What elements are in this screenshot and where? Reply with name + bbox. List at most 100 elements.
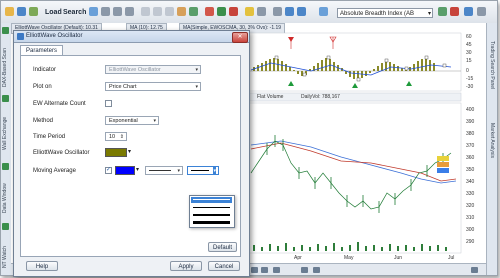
scan-icon[interactable] [2,27,9,34]
alt-count-checkbox[interactable] [105,100,112,107]
price-tag-yellow [437,156,449,161]
line-width-option[interactable] [193,221,230,224]
ma-line-style-select[interactable]: ▾ [145,166,183,175]
zoom-icon[interactable] [261,267,268,273]
tab-data-window[interactable]: Data Window [2,173,10,213]
axis-tick: 15 [466,58,472,64]
axis-tick: 290 [466,239,475,245]
info-icon[interactable] [464,7,473,16]
line-width-option[interactable] [193,207,230,208]
exchange-icon[interactable] [2,95,9,102]
close-button[interactable]: ✕ [232,32,248,43]
zoom-in-icon[interactable] [113,7,122,16]
axis-tick: 350 [466,167,475,173]
line-width-option[interactable] [193,199,230,200]
load-button[interactable]: Load [45,9,62,16]
axis-tick: 45 [466,42,472,48]
method-select[interactable]: Exponential ▾ [105,116,159,125]
indicator-select[interactable]: Absolute Breadth Index (AB ▾ [337,8,433,18]
zoom-out-icon[interactable] [125,7,134,16]
line-width-dropdown[interactable] [189,195,235,228]
default-button[interactable]: Default [208,242,237,252]
app-icon[interactable] [5,7,14,16]
plot-on-value: Price Chart [109,84,137,90]
axis-tick: 370 [466,143,475,149]
axis-tick: 0 [466,68,469,74]
plot-on-select[interactable]: Price Chart ▾ [105,82,201,91]
indicator-select: ElliottWave Oscillator ▾ [105,65,201,74]
axis-tick: 30 [466,50,472,56]
tab-market-analysis[interactable]: Market Analysis [489,123,495,183]
cursor-icon[interactable] [313,267,320,273]
save-icon[interactable] [297,7,306,16]
period-icon[interactable] [273,267,280,273]
dialog-title-bar[interactable]: ElliottWave Oscillator ✕ [14,31,249,43]
layout-icon[interactable] [285,7,294,16]
tab-wall-exchange[interactable]: Wall Exchange [2,105,10,150]
help-button[interactable]: Help [26,261,58,271]
line-tool-icon[interactable] [153,7,162,16]
ma-line-width-select[interactable]: ▾ [187,166,219,175]
grid-icon[interactable] [29,7,38,16]
ma-checkbox[interactable]: ✓ [105,167,112,174]
indicator-icon[interactable] [319,7,328,16]
close-panel-icon[interactable] [477,7,486,16]
flag-icon[interactable] [205,7,214,16]
time-period-input[interactable]: 10 ⇕ [105,132,127,141]
star-icon[interactable] [245,7,254,16]
month-label-apr: Apr [294,255,302,261]
tab-nt-watch[interactable]: NT Watch [2,233,10,268]
selected-option[interactable] [191,197,232,203]
indicator-icon [17,33,24,40]
chevron-down-icon: ▾ [213,167,216,174]
tab-dax-scan[interactable]: DAX-Based Scan [2,37,10,87]
arrow-up-icon[interactable] [217,7,226,16]
plot-on-label: Plot on [33,84,52,90]
wave-icon[interactable] [189,7,198,16]
axis-tick: 360 [466,155,475,161]
chevron-down-icon[interactable]: ▾ [128,148,131,155]
line-width-option[interactable] [193,214,230,216]
fibonacci-icon[interactable] [177,7,186,16]
print-icon[interactable] [101,7,110,16]
scroll-right-icon[interactable] [471,267,478,273]
remove-indicator-icon[interactable] [450,7,459,16]
month-label-may: May [344,255,354,261]
axis-tick: 330 [466,191,475,197]
arrow-down-icon[interactable] [229,7,238,16]
axis-tick: 320 [466,203,475,209]
chevron-down-icon: ▾ [427,11,431,17]
watch-icon[interactable] [2,223,9,230]
right-tab-strip: Trading Search Panel Market Analysis [486,23,497,275]
method-label: Method [33,118,54,124]
time-period-label: Time Period [33,134,66,140]
settings-icon[interactable] [273,7,282,16]
bell-icon[interactable] [257,7,266,16]
line-style-icon [149,170,171,171]
price-tag-blue [437,168,449,173]
line-width-icon [191,170,209,171]
axis-tick: 60 [466,34,472,40]
scroll-left-icon[interactable] [251,267,258,273]
chevron-down-icon: ▾ [153,118,156,124]
method-value: Exponential [109,118,138,124]
chart-icon[interactable] [17,7,26,16]
osc-color-label: ElliottWave Oscillator [33,150,90,156]
data-icon[interactable] [2,163,9,170]
apply-button[interactable]: Apply [170,261,202,271]
text-tool-icon[interactable] [165,7,174,16]
osc-color-swatch[interactable] [105,148,127,157]
cancel-button[interactable]: Cancel [208,261,240,271]
axis-tick: 300 [466,227,475,233]
chevron-down-icon: ▾ [195,84,198,90]
alt-count-label: EW Alternate Count [33,101,86,107]
pan-icon[interactable] [301,267,308,273]
ma-color-swatch[interactable] [115,166,135,175]
tab-trading-search[interactable]: Trading Search Panel [489,41,495,101]
chevron-down-icon[interactable]: ▾ [136,166,139,173]
refresh-icon[interactable] [89,7,98,16]
spinner-icon[interactable]: ⇕ [120,133,124,140]
search-button[interactable]: Search [63,9,86,16]
crosshair-icon[interactable] [141,7,150,16]
add-indicator-icon[interactable] [438,7,447,16]
